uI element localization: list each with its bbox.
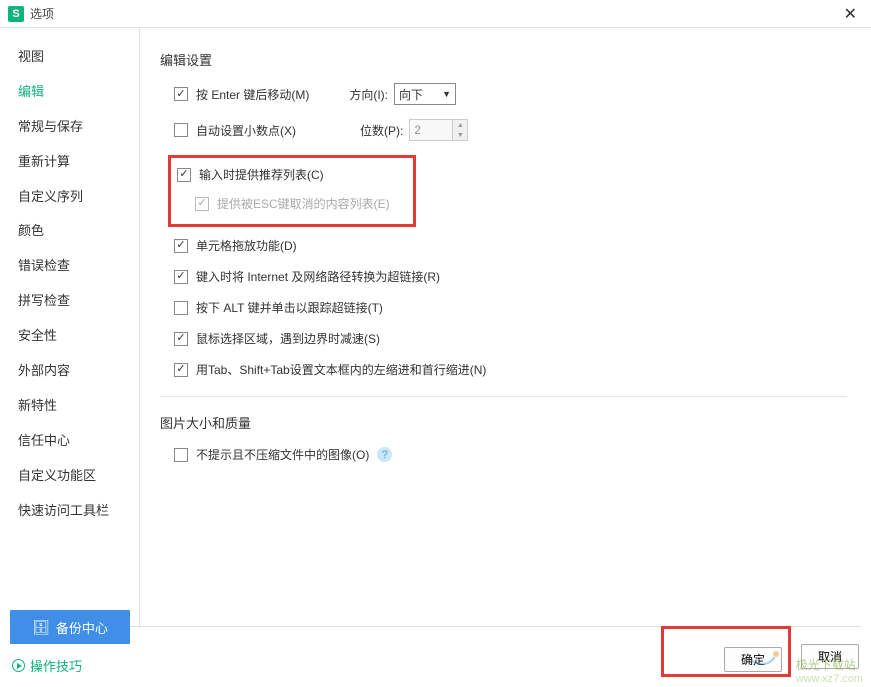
sidebar-item-color[interactable]: 颜色 bbox=[0, 214, 139, 249]
sidebar-item-quick-access[interactable]: 快速访问工具栏 bbox=[0, 494, 139, 529]
checkbox-hyperlink[interactable] bbox=[174, 270, 188, 284]
label-cell-drag: 单元格拖放功能(D) bbox=[196, 237, 297, 254]
row-cell-drag: 单元格拖放功能(D) bbox=[174, 237, 847, 254]
row-enter-move: 按 Enter 键后移动(M) 方向(I): 向下 ▼ bbox=[174, 83, 847, 105]
titlebar: S 选项 ✕ bbox=[0, 0, 871, 28]
label-places: 位数(P): bbox=[360, 122, 403, 139]
checkbox-alt-click[interactable] bbox=[174, 301, 188, 315]
app-icon: S bbox=[8, 6, 24, 22]
checkbox-cell-drag[interactable] bbox=[174, 239, 188, 253]
checkbox-suggest-list[interactable] bbox=[177, 168, 191, 182]
chevron-down-icon: ▼ bbox=[442, 89, 451, 99]
edit-settings-title: 编辑设置 bbox=[160, 50, 847, 69]
row-suggest-list: 输入时提供推荐列表(C) bbox=[177, 166, 403, 183]
sidebar-item-recalc[interactable]: 重新计算 bbox=[0, 145, 139, 180]
row-tab-indent: 用Tab、Shift+Tab设置文本框内的左缩进和首行缩进(N) bbox=[174, 361, 847, 378]
tips-link[interactable]: 操作技巧 bbox=[10, 656, 140, 675]
label-esc-list: 提供被ESC键取消的内容列表(E) bbox=[217, 195, 390, 212]
label-suggest-list: 输入时提供推荐列表(C) bbox=[199, 166, 324, 183]
sidebar-item-customize-ribbon[interactable]: 自定义功能区 bbox=[0, 459, 139, 494]
footer-right: 确定 取消 bbox=[661, 626, 859, 677]
label-auto-decimal: 自动设置小数点(X) bbox=[196, 122, 296, 139]
row-hyperlink: 键入时将 Internet 及网络路径转换为超链接(R) bbox=[174, 268, 847, 285]
sidebar-item-spellcheck[interactable]: 拼写检查 bbox=[0, 284, 139, 319]
label-tab-indent: 用Tab、Shift+Tab设置文本框内的左缩进和首行缩进(N) bbox=[196, 361, 486, 378]
sidebar-item-error-check[interactable]: 错误检查 bbox=[0, 249, 139, 284]
checkbox-mouse-select[interactable] bbox=[174, 332, 188, 346]
label-direction: 方向(I): bbox=[349, 86, 388, 103]
sidebar-item-general-save[interactable]: 常规与保存 bbox=[0, 110, 139, 145]
footer-left: 🗄 备份中心 操作技巧 bbox=[10, 610, 140, 675]
highlight-ok: 确定 bbox=[661, 626, 791, 677]
backup-label: 备份中心 bbox=[56, 618, 108, 637]
row-mouse-select: 鼠标选择区域，遇到边界时减速(S) bbox=[174, 330, 847, 347]
sidebar-item-view[interactable]: 视图 bbox=[0, 40, 139, 75]
input-places[interactable] bbox=[409, 119, 453, 141]
label-mouse-select: 鼠标选择区域，遇到边界时减速(S) bbox=[196, 330, 380, 347]
sidebar-item-external[interactable]: 外部内容 bbox=[0, 354, 139, 389]
sidebar-item-security[interactable]: 安全性 bbox=[0, 319, 139, 354]
select-direction-value: 向下 bbox=[399, 86, 423, 103]
sidebar-item-new-features[interactable]: 新特性 bbox=[0, 389, 139, 424]
divider bbox=[160, 396, 847, 397]
play-icon bbox=[12, 659, 25, 672]
backup-icon: 🗄 bbox=[32, 619, 50, 636]
row-no-compress: 不提示且不压缩文件中的图像(O) ? bbox=[174, 446, 847, 463]
window-title: 选项 bbox=[30, 5, 838, 22]
highlight-suggest-list: 输入时提供推荐列表(C) 提供被ESC键取消的内容列表(E) bbox=[168, 155, 416, 227]
tips-label: 操作技巧 bbox=[30, 656, 82, 675]
image-quality-title: 图片大小和质量 bbox=[160, 413, 847, 432]
sidebar-item-edit[interactable]: 编辑 bbox=[0, 75, 139, 110]
label-alt-click: 按下 ALT 键并单击以跟踪超链接(T) bbox=[196, 299, 383, 316]
cancel-button[interactable]: 取消 bbox=[801, 644, 859, 669]
checkbox-esc-list bbox=[195, 197, 209, 211]
checkbox-auto-decimal[interactable] bbox=[174, 123, 188, 137]
ok-button[interactable]: 确定 bbox=[724, 647, 782, 672]
label-enter-move: 按 Enter 键后移动(M) bbox=[196, 86, 309, 103]
spinner-places[interactable]: ▲ ▼ bbox=[409, 119, 468, 141]
label-hyperlink: 键入时将 Internet 及网络路径转换为超链接(R) bbox=[196, 268, 440, 285]
content-panel: 编辑设置 按 Enter 键后移动(M) 方向(I): 向下 ▼ 自动设置小数点… bbox=[140, 28, 871, 628]
select-direction[interactable]: 向下 ▼ bbox=[394, 83, 456, 105]
sidebar-item-trust-center[interactable]: 信任中心 bbox=[0, 424, 139, 459]
backup-center-button[interactable]: 🗄 备份中心 bbox=[10, 610, 130, 644]
row-esc-list: 提供被ESC键取消的内容列表(E) bbox=[195, 195, 403, 212]
label-no-compress: 不提示且不压缩文件中的图像(O) bbox=[196, 446, 369, 463]
spinner-up-icon[interactable]: ▲ bbox=[453, 120, 467, 130]
help-icon[interactable]: ? bbox=[377, 447, 392, 462]
checkbox-tab-indent[interactable] bbox=[174, 363, 188, 377]
sidebar: 视图 编辑 常规与保存 重新计算 自定义序列 颜色 错误检查 拼写检查 安全性 … bbox=[0, 28, 140, 628]
sidebar-item-custom-list[interactable]: 自定义序列 bbox=[0, 180, 139, 215]
checkbox-enter-move[interactable] bbox=[174, 87, 188, 101]
checkbox-no-compress[interactable] bbox=[174, 448, 188, 462]
spinner-down-icon[interactable]: ▼ bbox=[453, 130, 467, 140]
row-alt-click: 按下 ALT 键并单击以跟踪超链接(T) bbox=[174, 299, 847, 316]
row-auto-decimal: 自动设置小数点(X) 位数(P): ▲ ▼ bbox=[174, 119, 847, 141]
close-icon[interactable]: ✕ bbox=[838, 4, 863, 24]
